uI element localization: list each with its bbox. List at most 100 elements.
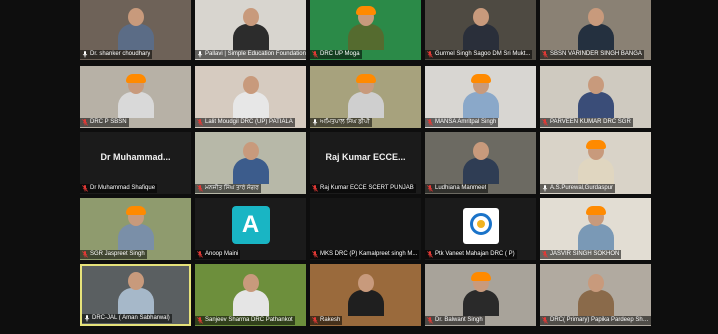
mic-icon <box>542 185 548 192</box>
participant-silhouette <box>116 206 156 250</box>
participant-name: Ptk Vaneet Mahajan DRC ( P) <box>435 251 515 257</box>
participant-tile[interactable]: A.S.Purewal,Gurdaspur <box>540 132 651 194</box>
participant-label: Sanjeev Sharma DRC Pathankot <box>195 316 295 325</box>
mic-icon <box>197 51 203 58</box>
participant-label: A.S.Purewal,Gurdaspur <box>540 184 616 193</box>
participant-tile[interactable]: ਮਨਜੀਤ ਸਿੰਘ ਤਾਰੇ ਸੰਗਰ <box>195 132 306 194</box>
participant-tile[interactable]: Gurmel Singh Sagoo DM Sri Mukt... <box>425 0 536 60</box>
participant-grid: Dr. shanker choudhary Pallavi | Simple Ed… <box>80 0 655 334</box>
mic-muted-icon <box>542 51 548 58</box>
participant-name: Lalit Moudgil DRC (UP) PATIALA <box>205 119 293 125</box>
participant-label: SGR Jaspreet Singh <box>80 250 147 259</box>
participant-tile[interactable]: DRC( Primary) Papika Pardeep Sha... <box>540 264 651 326</box>
participant-name: SBSN VARINDER SINGH BANGA <box>550 51 642 57</box>
participant-name: ਮਨਜੀਤ ਸਿੰਘ ਤਾਰੇ ਸੰਗਰ <box>205 185 259 191</box>
participant-name: DRC-JAL ( Aman Sabharwal) <box>92 315 170 321</box>
participant-name: Ludhiana Manmeet <box>435 185 487 191</box>
display-name: Raj Kumar ECCE... <box>325 152 406 162</box>
participant-silhouette <box>461 272 501 316</box>
participant-silhouette <box>116 74 156 118</box>
mic-muted-icon <box>312 51 318 58</box>
participant-label: Lalit Moudgil DRC (UP) PATIALA <box>195 118 295 127</box>
participant-tile[interactable]: Raj Kumar ECCE... Raj Kumar ECCE SCERT PU… <box>310 132 421 194</box>
participant-label: Pallavi | Simple Education Foundation <box>195 50 306 59</box>
participant-tile[interactable]: Rakesh <box>310 264 421 326</box>
organization-logo <box>462 208 499 244</box>
participant-tile[interactable]: DRC-JAL ( Aman Sabharwal) <box>80 264 191 326</box>
avatar: A <box>231 206 270 244</box>
participant-label: ਅਮਿਤਪਾਲ ਸਿੰਘ ਡੀਪੀ <box>310 118 372 127</box>
participant-label: MANSA Amritpal Singh <box>425 118 499 127</box>
mic-muted-icon <box>197 317 203 324</box>
mic-muted-icon <box>542 251 548 258</box>
participant-label: Anoop Maini <box>195 250 241 259</box>
participant-tile[interactable]: DRC UP Moga <box>310 0 421 60</box>
participant-tile[interactable]: A Anoop Maini <box>195 198 306 260</box>
participant-label: ਮਨਜੀਤ ਸਿੰਘ ਤਾਰੇ ਸੰਗਰ <box>195 184 261 193</box>
mic-muted-icon <box>427 317 433 324</box>
mic-muted-icon <box>427 185 433 192</box>
participant-tile[interactable]: Ludhiana Manmeet <box>425 132 536 194</box>
participant-name: DRC UP Moga <box>320 51 360 57</box>
participant-label: Dr. shanker choudhary <box>80 50 153 59</box>
mic-muted-icon <box>427 251 433 258</box>
participant-name: Sanjeev Sharma DRC Pathankot <box>205 317 293 323</box>
participant-tile[interactable]: Dr Muhammad... Dr Muhammad Shafique <box>80 132 191 194</box>
participant-silhouette <box>576 74 616 118</box>
participant-tile[interactable]: Sanjeev Sharma DRC Pathankot <box>195 264 306 326</box>
participant-name: Gurmel Singh Sagoo DM Sri Mukt... <box>435 51 531 57</box>
participant-name: DRC P SBSN <box>90 119 127 125</box>
participant-tile[interactable]: Lalit Moudgil DRC (UP) PATIALA <box>195 66 306 128</box>
participant-label: DRC UP Moga <box>310 50 362 59</box>
participant-tile[interactable]: DRC P SBSN <box>80 66 191 128</box>
participant-silhouette <box>461 6 501 50</box>
participant-tile[interactable]: Dr. shanker choudhary <box>80 0 191 60</box>
participant-label: DRC-JAL ( Aman Sabharwal) <box>82 314 172 323</box>
participant-tile[interactable]: MKS DRC (P) Kamalpreet singh M... <box>310 198 421 260</box>
mic-muted-icon <box>312 317 318 324</box>
participant-silhouette <box>346 74 386 118</box>
participant-name: Dr. Balwant Singh <box>435 317 483 323</box>
participant-silhouette <box>461 74 501 118</box>
participant-name: Anoop Maini <box>205 251 239 257</box>
mic-muted-icon <box>427 119 433 126</box>
participant-silhouette <box>346 272 386 316</box>
participant-name: MANSA Amritpal Singh <box>435 119 497 125</box>
participant-tile[interactable]: Ptk Vaneet Mahajan DRC ( P) <box>425 198 536 260</box>
participant-name: Dr. shanker choudhary <box>90 51 151 57</box>
participant-tile[interactable]: PARVEEN KUMAR DRC SGR <box>540 66 651 128</box>
participant-tile[interactable]: Dr. Balwant Singh <box>425 264 536 326</box>
participant-label: Dr Muhammad Shafique <box>80 184 158 193</box>
participant-name: Rakesh <box>320 317 341 323</box>
participant-silhouette <box>231 6 271 50</box>
participant-name: MKS DRC (P) Kamalpreet singh M... <box>320 251 418 257</box>
participant-label: JASVIR SINGH SOKHON <box>540 250 622 259</box>
participant-silhouette <box>116 6 156 50</box>
participant-name: DRC( Primary) Papika Pardeep Sha... <box>550 317 651 323</box>
participant-tile[interactable]: Pallavi | Simple Education Foundation <box>195 0 306 60</box>
participant-tile[interactable]: SBSN VARINDER SINGH BANGA <box>540 0 651 60</box>
mic-muted-icon <box>82 185 88 192</box>
participant-label: Dr. Balwant Singh <box>425 316 485 325</box>
participant-tile[interactable]: JASVIR SINGH SOKHON <box>540 198 651 260</box>
mic-muted-icon <box>82 119 88 126</box>
mic-muted-icon <box>312 185 318 192</box>
participant-silhouette <box>231 272 271 316</box>
display-name: Dr Muhammad... <box>100 152 171 162</box>
participant-tile[interactable]: MANSA Amritpal Singh <box>425 66 536 128</box>
participant-label: DRC P SBSN <box>80 118 129 127</box>
participant-tile[interactable]: SGR Jaspreet Singh <box>80 198 191 260</box>
video-conference-gallery: Dr. shanker choudhary Pallavi | Simple Ed… <box>0 0 718 334</box>
participant-label: PARVEEN KUMAR DRC SGR <box>540 118 633 127</box>
participant-silhouette <box>346 6 386 50</box>
mic-icon <box>82 51 88 58</box>
participant-label: Gurmel Singh Sagoo DM Sri Mukt... <box>425 50 533 59</box>
participant-name: ਅਮਿਤਪਾਲ ਸਿੰਘ ਡੀਪੀ <box>320 119 370 125</box>
mic-muted-icon <box>542 317 548 324</box>
participant-silhouette <box>116 270 156 314</box>
participant-tile[interactable]: ਅਮਿਤਪਾਲ ਸਿੰਘ ਡੀਪੀ <box>310 66 421 128</box>
mic-muted-icon <box>197 185 203 192</box>
participant-silhouette <box>576 140 616 184</box>
participant-silhouette <box>576 6 616 50</box>
participant-name: Raj Kumar ECCE SCERT PUNJAB <box>320 185 414 191</box>
